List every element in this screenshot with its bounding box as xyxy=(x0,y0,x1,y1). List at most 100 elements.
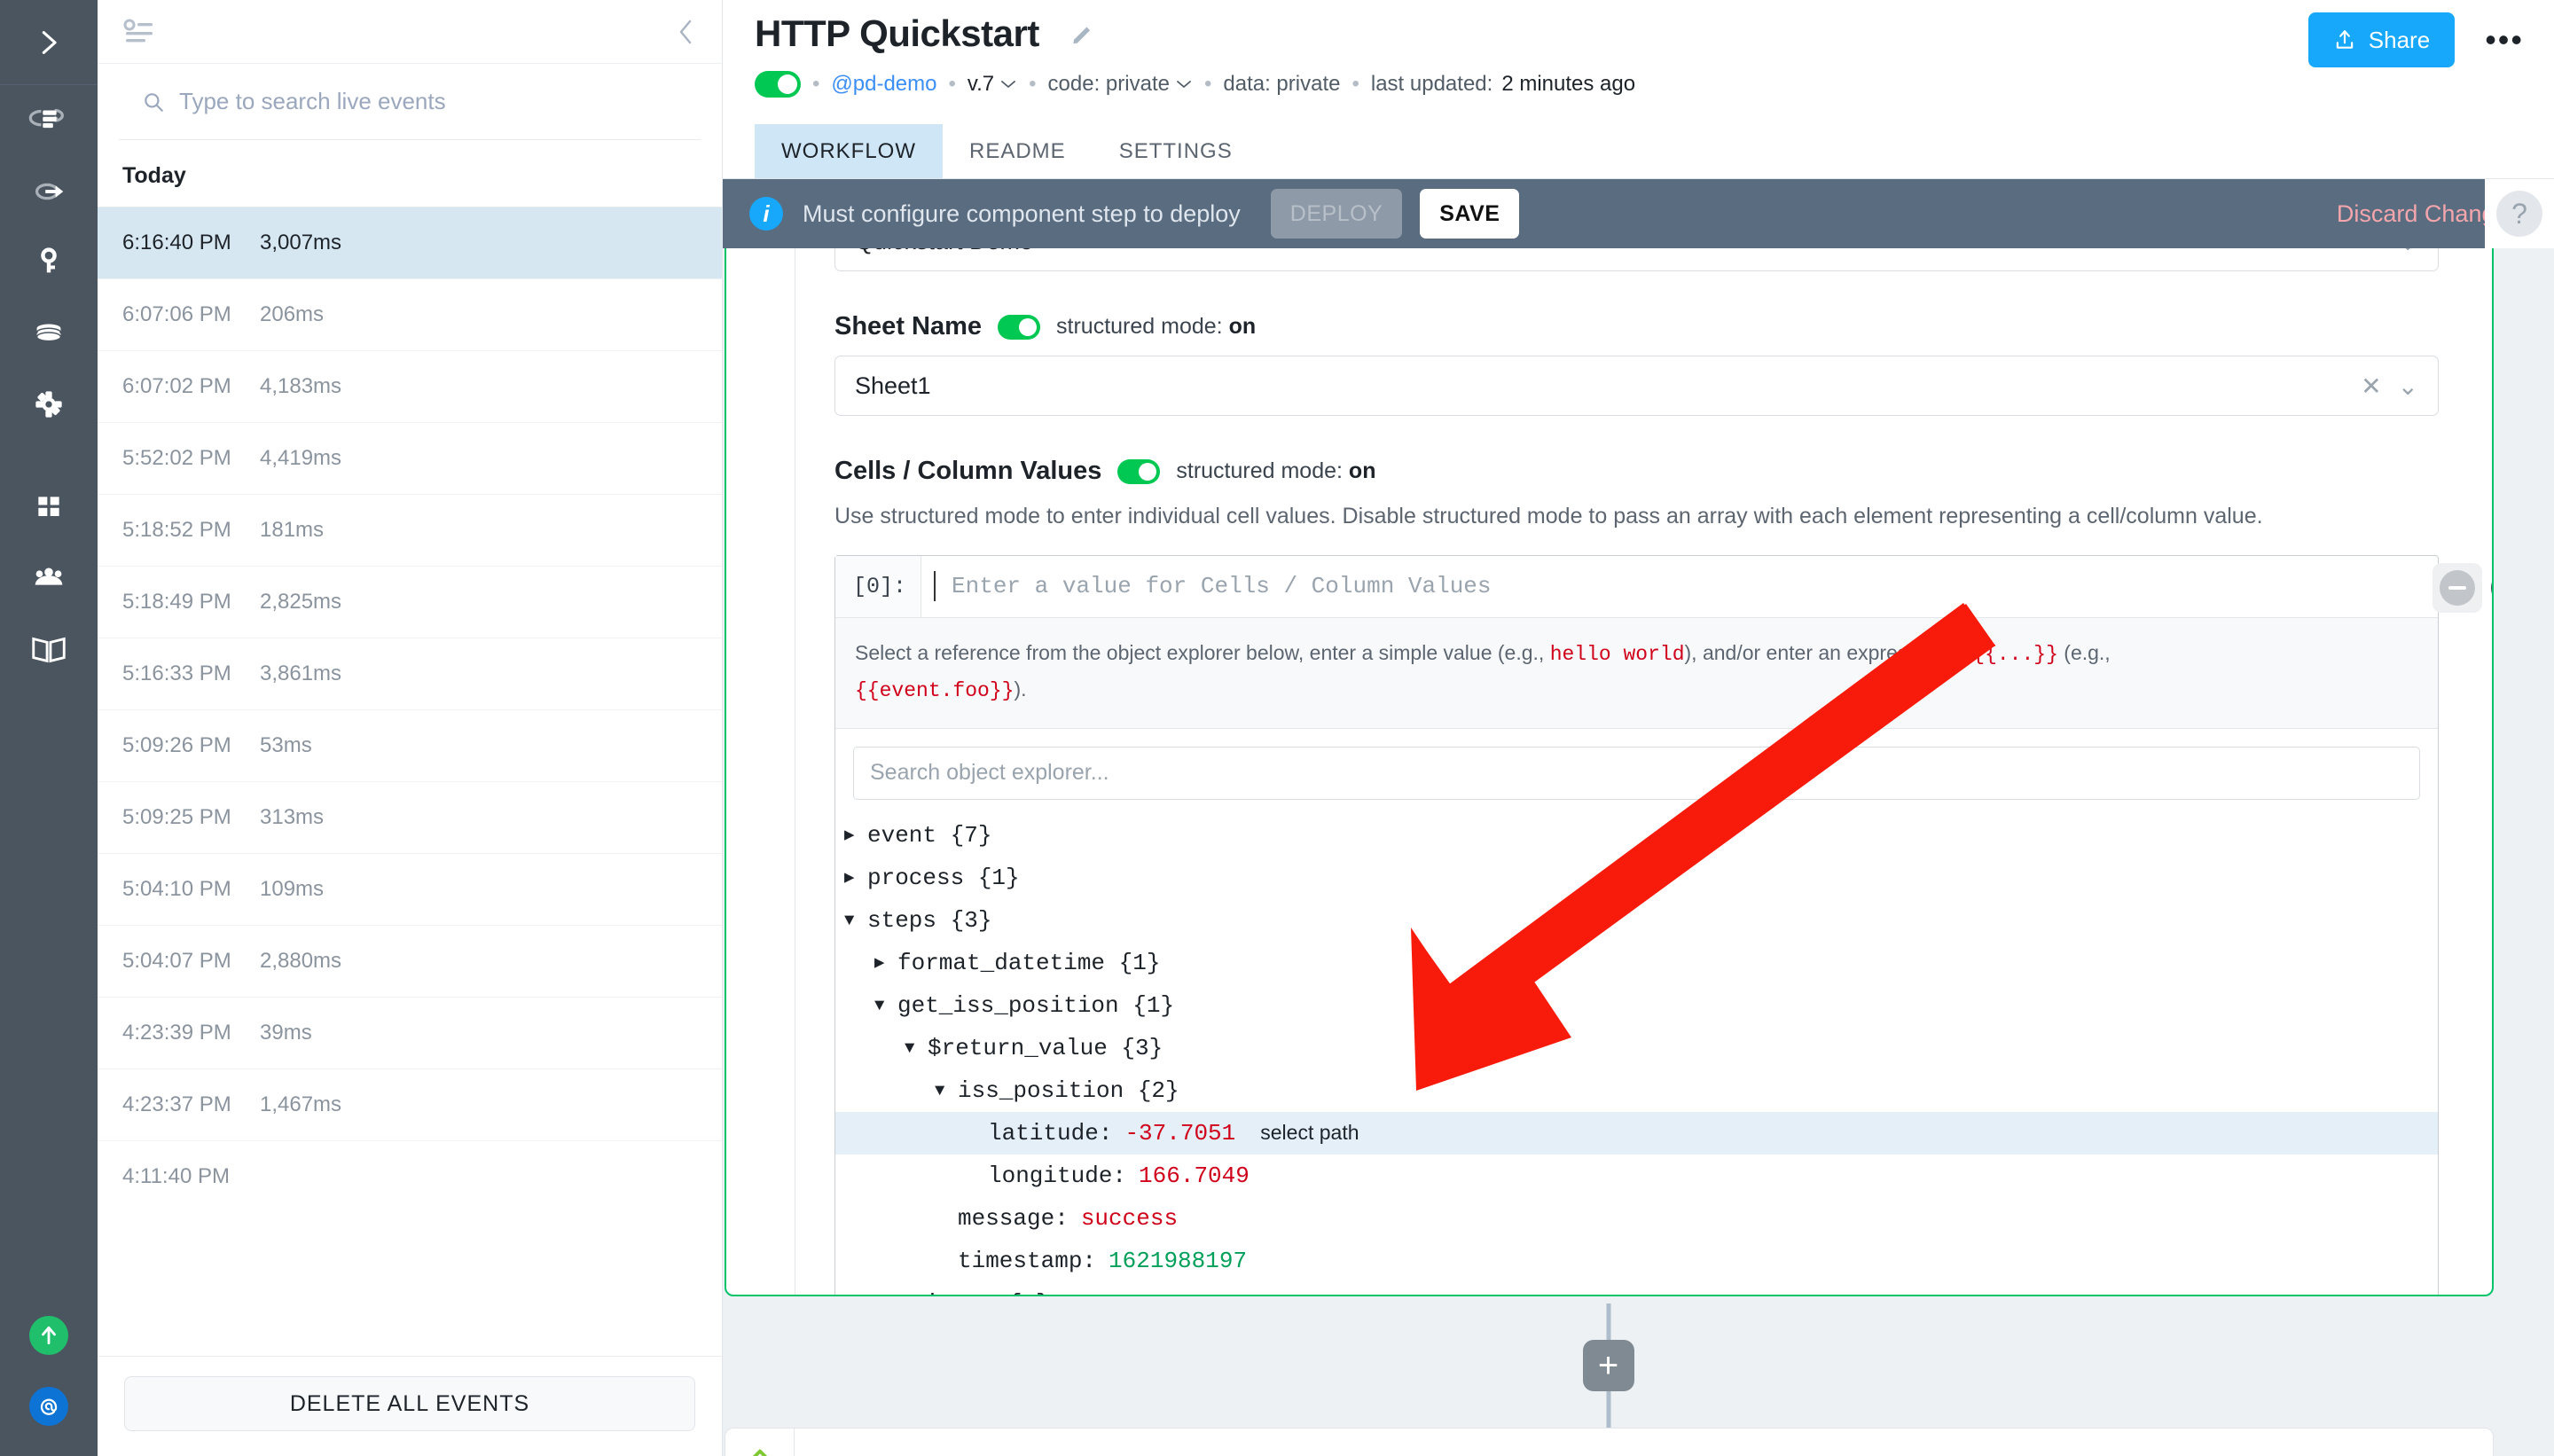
cells-structured-mode-toggle[interactable] xyxy=(1117,459,1160,484)
sidebar-item-docs[interactable] xyxy=(0,614,98,685)
add-step-button[interactable]: + xyxy=(1583,1340,1634,1391)
event-list-icon[interactable] xyxy=(122,18,156,46)
chevron-right-icon[interactable]: ▶ xyxy=(844,825,867,845)
event-row[interactable]: 5:18:49 PM2,825ms xyxy=(98,566,722,638)
save-button[interactable]: SAVE xyxy=(1420,189,1519,239)
object-explorer-node[interactable]: ▶format_datetime {1} xyxy=(835,942,2438,984)
chevron-down-icon[interactable]: ⌄ xyxy=(2398,248,2418,256)
share-button[interactable]: Share xyxy=(2308,12,2455,67)
hint-code-braces: {{...}} xyxy=(1972,643,2058,666)
cells-sm-label: structured mode: xyxy=(1176,458,1343,483)
help-button[interactable]: ? xyxy=(2496,191,2542,237)
event-time: 6:16:40 PM xyxy=(122,231,260,255)
event-row[interactable]: 5:09:26 PM53ms xyxy=(98,709,722,781)
event-row[interactable]: 5:04:07 PM2,880ms xyxy=(98,925,722,997)
event-time: 5:18:52 PM xyxy=(122,518,260,543)
email-button[interactable] xyxy=(29,1387,68,1426)
event-row[interactable]: 5:16:33 PM3,861ms xyxy=(98,638,722,709)
object-explorer-node[interactable]: latitude:-37.7051select path xyxy=(835,1112,2438,1155)
chevron-down-icon[interactable]: ▼ xyxy=(905,1038,928,1058)
event-row[interactable]: 5:52:02 PM4,419ms xyxy=(98,422,722,494)
object-explorer-node[interactable]: ▼get_iss_position {1} xyxy=(835,984,2438,1027)
object-explorer-node[interactable]: ▶trigger {4} xyxy=(835,1282,2438,1296)
events-search[interactable] xyxy=(119,64,701,140)
deploy-button[interactable]: DEPLOY xyxy=(1271,189,1402,239)
sheet-name-structured-mode-text: structured mode: on xyxy=(1056,314,1256,340)
event-row[interactable]: 5:04:10 PM109ms xyxy=(98,853,722,925)
clear-icon[interactable]: ✕ xyxy=(2361,248,2381,256)
object-explorer-node[interactable]: message:success xyxy=(835,1197,2438,1240)
object-explorer-search[interactable]: Search object explorer... xyxy=(853,747,2420,800)
chevron-right-icon[interactable]: ▶ xyxy=(844,867,867,888)
sidebar-item-sources[interactable] xyxy=(0,156,98,227)
workflows-icon xyxy=(28,100,69,141)
sources-arrow-icon xyxy=(28,171,69,212)
select-path-link[interactable]: select path xyxy=(1260,1121,1359,1145)
event-row[interactable]: 5:18:52 PM181ms xyxy=(98,494,722,566)
text-caret xyxy=(934,571,936,601)
tab-settings[interactable]: SETTINGS xyxy=(1093,124,1259,178)
deploy-button[interactable] xyxy=(29,1316,68,1355)
account-link[interactable]: @pd-demo xyxy=(831,72,936,97)
next-step-card[interactable] xyxy=(725,1428,2494,1456)
add-row-button[interactable]: add-row xyxy=(2491,568,2494,607)
chevron-right-icon[interactable]: ▶ xyxy=(874,952,897,973)
object-explorer-search-placeholder: Search object explorer... xyxy=(870,760,1109,786)
event-row[interactable]: 5:09:25 PM313ms xyxy=(98,781,722,853)
cells-input-placeholder: Enter a value for Cells / Column Values xyxy=(952,573,1492,599)
cells-input-row[interactable]: [0]: Enter a value for Cells / Column Va… xyxy=(835,556,2438,618)
event-row[interactable]: 4:23:39 PM39ms xyxy=(98,997,722,1069)
chevron-down-icon[interactable]: ▼ xyxy=(844,911,867,930)
object-explorer-node[interactable]: ▼$return_value {3} xyxy=(835,1027,2438,1069)
sidebar-item-data-stores[interactable] xyxy=(0,298,98,369)
sheet-name-structured-mode-toggle[interactable] xyxy=(998,315,1040,340)
remove-row-button[interactable] xyxy=(2433,563,2482,613)
event-duration: 4,419ms xyxy=(260,446,341,471)
sidebar-item-apps[interactable] xyxy=(0,472,98,543)
search-input[interactable] xyxy=(179,88,678,115)
event-duration: 4,183ms xyxy=(260,374,341,399)
object-explorer-node[interactable]: ▼iss_position {2} xyxy=(835,1069,2438,1112)
chevron-down-icon[interactable]: ⌄ xyxy=(2398,372,2418,401)
spreadsheet-select-icons: ✕ ⌄ xyxy=(2361,248,2418,256)
event-row[interactable]: 4:23:37 PM1,467ms xyxy=(98,1069,722,1140)
object-explorer-node[interactable]: ▶event {7} xyxy=(835,814,2438,857)
sidebar-item-workflows[interactable] xyxy=(0,85,98,156)
event-row[interactable]: 6:07:02 PM4,183ms xyxy=(98,350,722,422)
more-options-button[interactable]: ••• xyxy=(2485,30,2524,50)
object-explorer-node[interactable]: ▼steps {3} xyxy=(835,899,2438,942)
hint-code-hello-world: hello world xyxy=(1550,643,1685,666)
events-footer: DELETE ALL EVENTS xyxy=(98,1356,722,1456)
cells-label: Cells / Column Values xyxy=(834,457,1101,486)
spreadsheet-select[interactable]: Quickstart Demo ✕ ⌄ xyxy=(834,248,2439,271)
page-title: HTTP Quickstart xyxy=(755,12,1039,55)
sidebar-item-community[interactable] xyxy=(0,543,98,614)
sheet-name-sm-label: structured mode: xyxy=(1056,314,1223,339)
event-time: 6:07:02 PM xyxy=(122,374,260,399)
sidebar-item-credentials[interactable] xyxy=(0,227,98,298)
event-row[interactable]: 6:07:06 PM206ms xyxy=(98,278,722,350)
chevron-down-icon[interactable]: ▼ xyxy=(874,996,897,1015)
object-explorer-node[interactable]: ▶process {1} xyxy=(835,857,2438,899)
clear-icon[interactable]: ✕ xyxy=(2361,372,2381,401)
chevron-right-icon[interactable]: ▶ xyxy=(874,1293,897,1296)
sheet-name-select[interactable]: Sheet1 ✕ ⌄ xyxy=(834,356,2439,416)
tab-readme[interactable]: README xyxy=(943,124,1093,178)
chevron-down-icon[interactable]: ▼ xyxy=(935,1081,958,1100)
node-label: longitude: xyxy=(988,1162,1126,1189)
object-explorer-node[interactable]: timestamp:1621988197 xyxy=(835,1240,2438,1282)
event-row[interactable]: 6:16:40 PM3,007ms xyxy=(98,207,722,278)
version-selector[interactable]: v.7 xyxy=(968,72,1017,97)
event-row[interactable]: 4:11:40 PM xyxy=(98,1140,722,1212)
workflow-enabled-toggle[interactable] xyxy=(755,71,801,98)
sidebar-item-settings[interactable] xyxy=(0,369,98,440)
tab-workflow[interactable]: WORKFLOW xyxy=(755,124,943,178)
event-duration: 313ms xyxy=(260,805,324,830)
code-visibility-selector[interactable]: code: private xyxy=(1048,72,1193,97)
pencil-icon[interactable] xyxy=(1069,20,1096,47)
meta-dot-1: • xyxy=(801,72,831,97)
expand-sidebar-button[interactable] xyxy=(0,0,98,85)
object-explorer-node[interactable]: longitude:166.7049 xyxy=(835,1155,2438,1197)
delete-all-events-button[interactable]: DELETE ALL EVENTS xyxy=(124,1376,695,1431)
chevron-left-icon[interactable] xyxy=(676,18,695,46)
